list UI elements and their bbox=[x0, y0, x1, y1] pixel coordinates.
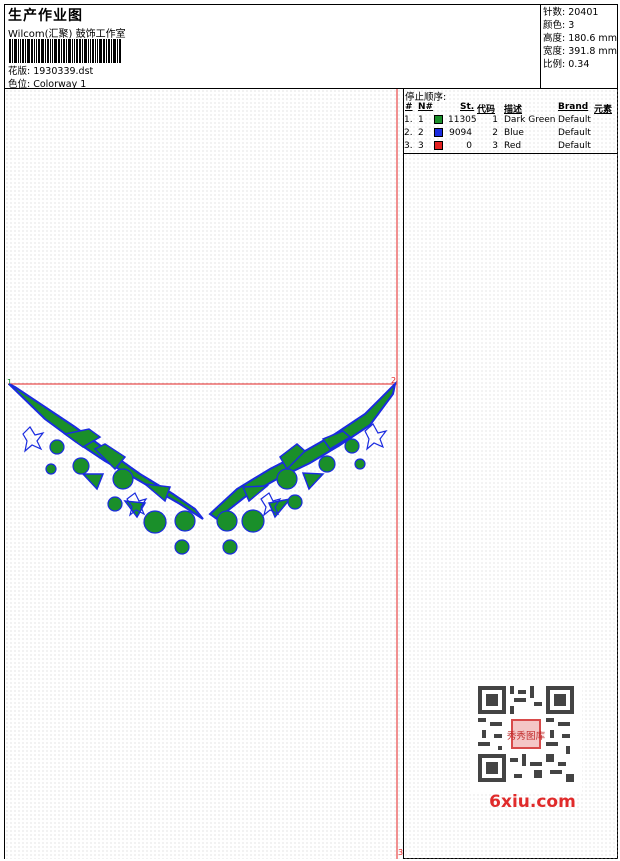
table-row[interactable]: 1. 1 11305 1 Dark Green Default bbox=[404, 114, 618, 127]
col-stitches: St. bbox=[460, 102, 475, 112]
table-header: # N# St. 代码 描述 Brand 元素 bbox=[404, 101, 618, 115]
color-swatch bbox=[434, 128, 443, 137]
color-swatch bbox=[434, 141, 443, 150]
design-height: 高度: 180.6 mm bbox=[543, 33, 617, 44]
watermark-brand: 6xiu.com bbox=[489, 792, 576, 812]
header-divider bbox=[540, 5, 541, 88]
table-row[interactable]: 3. 3 0 3 Red Default bbox=[404, 140, 618, 153]
embroidery-preview: 1 2 3 bbox=[7, 89, 403, 859]
color-count: 颜色: 3 bbox=[543, 20, 575, 31]
qr-code: 秀秀图库 bbox=[478, 686, 574, 782]
design-canvas[interactable]: 1 2 3 bbox=[5, 89, 403, 859]
pattern-file: 花版: 1930339.dst bbox=[8, 66, 94, 77]
stats-block: 针数: 20401 颜色: 3 高度: 180.6 mm 宽度: 391.8 m… bbox=[543, 6, 617, 71]
barcode bbox=[9, 39, 147, 63]
studio-name: Wilcom(汇聚) 鼓饰工作室 bbox=[8, 29, 126, 40]
table-row[interactable]: 2. 2 9094 2 Blue Default bbox=[404, 127, 618, 140]
table-bottom-line bbox=[404, 153, 618, 154]
page-title: 生产作业图 bbox=[8, 8, 83, 24]
col-brand: Brand bbox=[558, 102, 589, 112]
qr-code-watermark: 秀秀图库 bbox=[470, 680, 582, 792]
color-swatch bbox=[434, 115, 443, 124]
stitch-count: 针数: 20401 bbox=[543, 7, 599, 18]
design-scale: 比例: 0.34 bbox=[543, 59, 590, 70]
design-width: 宽度: 391.8 mm bbox=[543, 46, 617, 57]
color-table: # N# St. 代码 描述 Brand 元素 1. 1 11305 1 Dar… bbox=[404, 101, 618, 153]
header-block: 生产作业图 Wilcom(汇聚) 鼓饰工作室 花版: 1930339.dst 色… bbox=[5, 5, 539, 90]
col-index: # bbox=[405, 102, 413, 112]
embroidery-design bbox=[8, 380, 397, 555]
seal-text: 秀秀图库 bbox=[507, 730, 546, 742]
col-needle: N# bbox=[418, 102, 434, 112]
